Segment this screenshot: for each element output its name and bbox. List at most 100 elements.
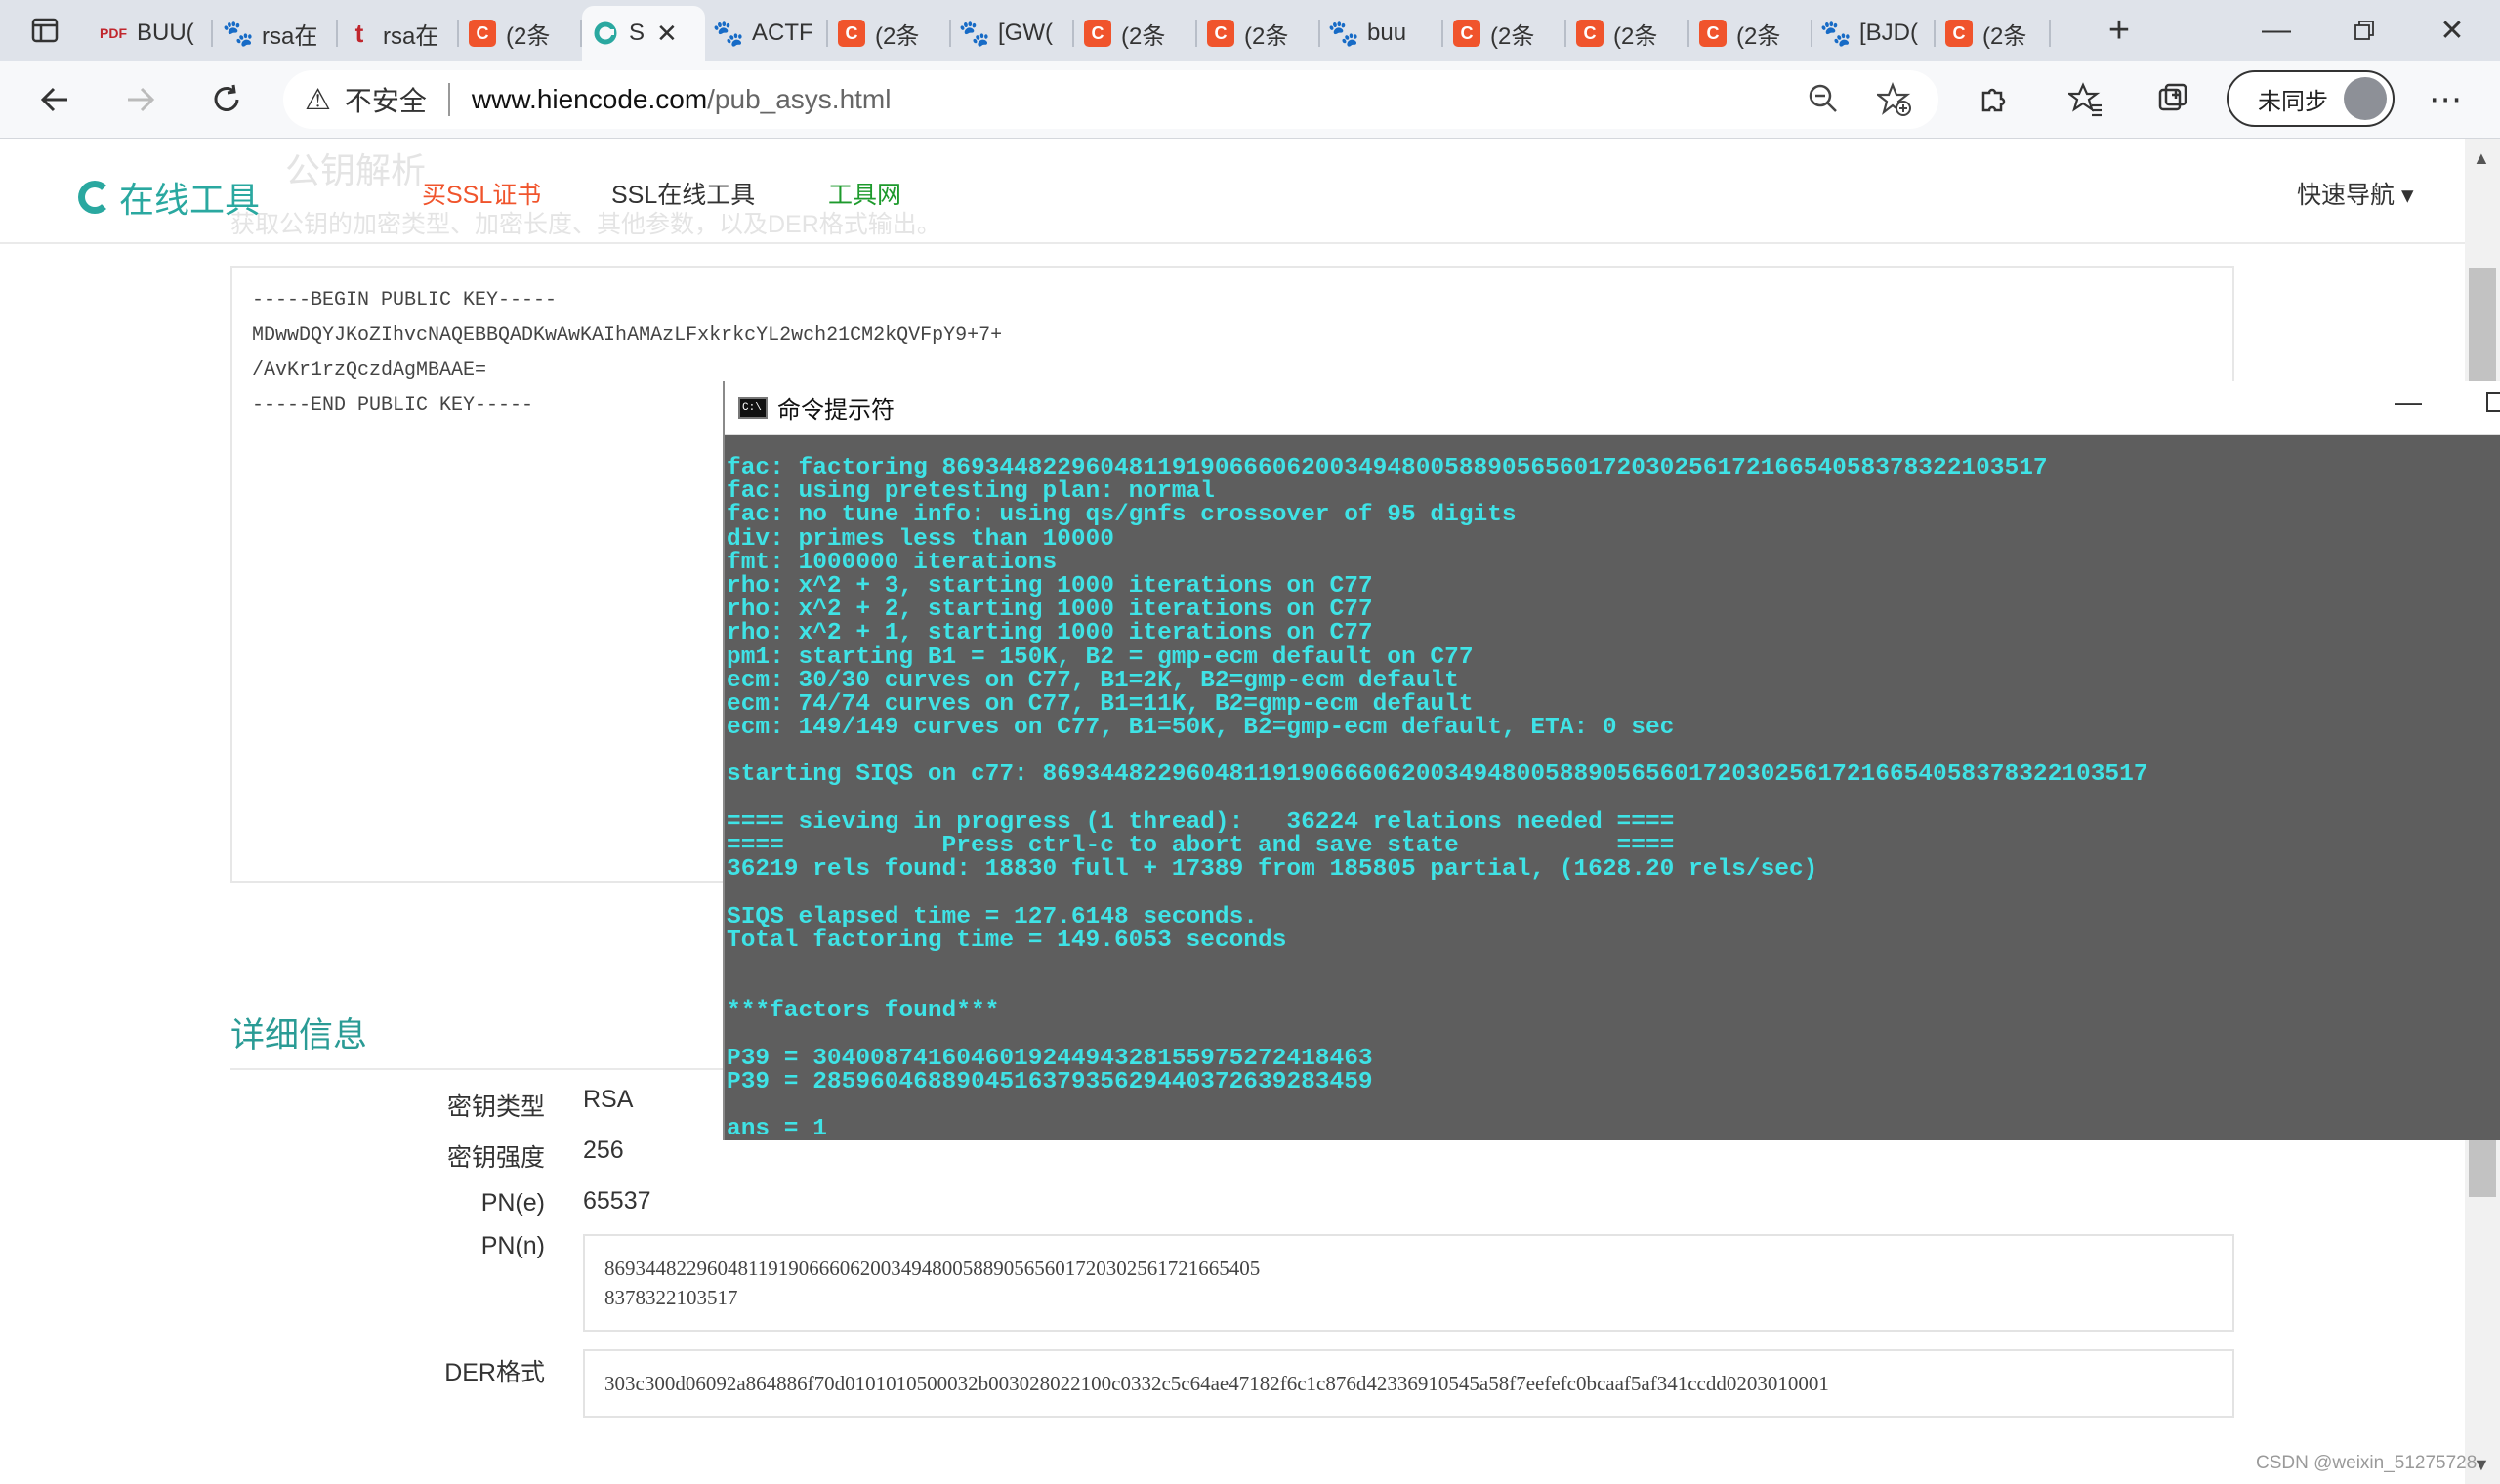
tab[interactable]: C (2条 xyxy=(1689,6,1812,61)
cmd-line: fac: no tune info: using qs/gnfs crossov… xyxy=(727,502,1517,529)
key-line: -----BEGIN PUBLIC KEY----- xyxy=(252,289,558,311)
tab[interactable]: C (2条 xyxy=(1566,6,1689,61)
cmd-minimize-button[interactable]: — xyxy=(2395,387,2422,418)
cmd-line: rho: x^2 + 1, starting 1000 iterations o… xyxy=(727,620,1373,647)
tab[interactable]: PDF BUU( xyxy=(90,6,213,61)
warning-icon[interactable]: ⚠ xyxy=(305,83,331,117)
csdn-icon: C xyxy=(1699,20,1727,47)
tab[interactable]: C (2条 xyxy=(828,6,951,61)
paw-icon: 🐾 xyxy=(1819,18,1853,48)
quick-nav-dropdown[interactable]: 快速导航 ▾ xyxy=(2297,176,2414,211)
tab-label: ACTF xyxy=(752,20,813,46)
pn-n-line: 8693448229604811919066606200349480058890… xyxy=(604,1257,1261,1280)
nav-buy-ssl[interactable]: 买SSL证书 xyxy=(422,176,541,211)
cmd-line: 36219 rels found: 18830 full + 17389 fro… xyxy=(727,856,1818,884)
cmd-line: P39 = 2859604688904516379356294403726392… xyxy=(727,1068,1373,1095)
command-prompt-window[interactable]: C:\ 命令提示符 — fac: factoring 8693448229604… xyxy=(723,381,2500,1141)
cmd-line: ecm: 30/30 curves on C77, B1=2K, B2=gmp-… xyxy=(727,667,1459,694)
url-host[interactable]: www.hiencode.com xyxy=(472,84,707,115)
key-line: MDwwDQYJKoZIhvcNAQEBBQADKwAwKAIhAMAzLFxk… xyxy=(252,324,1003,347)
paw-icon: 🐾 xyxy=(222,18,255,48)
back-button[interactable] xyxy=(27,72,82,127)
cmd-line: fac: factoring 8693448229604811919066606… xyxy=(727,455,2048,481)
site-logo-text: 在线工具 xyxy=(119,180,261,220)
pn-n-box[interactable]: 8693448229604811919066606200349480058890… xyxy=(583,1234,2234,1332)
security-status[interactable]: 不安全 xyxy=(345,80,427,119)
csdn-icon: C xyxy=(1576,20,1604,47)
tab[interactable]: C (2条 xyxy=(1443,6,1566,61)
csdn-icon: C xyxy=(469,20,496,47)
more-menu-icon[interactable]: ⋯ xyxy=(2418,72,2473,127)
cmd-line: ==== Press ctrl-c to abort and save stat… xyxy=(727,833,1675,859)
cmd-line: pm1: starting B1 = 150K, B2 = gmp-ecm de… xyxy=(727,643,1474,671)
minimize-button[interactable]: — xyxy=(2232,0,2320,61)
csdn-icon: C xyxy=(1945,20,1973,47)
collections-icon[interactable] xyxy=(2146,72,2201,127)
tab[interactable]: S ✕ xyxy=(582,6,705,61)
tab-label: (2条 xyxy=(1982,22,2027,50)
tab[interactable]: C (2条 xyxy=(1197,6,1320,61)
close-tab-icon[interactable]: ✕ xyxy=(656,19,678,49)
tab-label: buu xyxy=(1367,20,1407,46)
zoom-out-icon[interactable] xyxy=(1807,82,1840,122)
cmd-line: ==== sieving in progress (1 thread): 362… xyxy=(727,808,1675,836)
tab[interactable]: 🐾 ACTF xyxy=(705,6,828,61)
cmd-output: fac: factoring 8693448229604811919066606… xyxy=(727,455,2494,1141)
cmd-maximize-button[interactable] xyxy=(2486,392,2500,412)
add-favorite-icon[interactable] xyxy=(1874,82,1912,124)
cmd-line: div: primes less than 10000 xyxy=(727,525,1114,553)
cmd-line: SIQS elapsed time = 127.6148 seconds. xyxy=(727,903,1258,930)
url-path[interactable]: /pub_asys.html xyxy=(707,84,891,115)
csdn-icon: C xyxy=(1453,20,1480,47)
tab[interactable]: C (2条 xyxy=(1936,6,2051,61)
site-logo[interactable]: 在线工具 xyxy=(78,172,260,223)
browser-toolbar: ⚠ 不安全 www.hiencode.com /pub_asys.html 未同… xyxy=(0,61,2500,139)
refresh-button[interactable] xyxy=(199,72,254,127)
tab[interactable]: C (2条 xyxy=(1074,6,1197,61)
new-tab-button[interactable]: + xyxy=(2092,3,2146,58)
t-logo-icon: t xyxy=(354,18,364,48)
avatar xyxy=(2344,77,2387,120)
details-title: 详细信息 xyxy=(230,1016,368,1054)
cmd-line: P39 = 3040087416046019244943281559752724… xyxy=(727,1045,1373,1072)
cmd-line: ecm: 74/74 curves on C77, B1=11K, B2=gmp… xyxy=(727,690,1474,718)
key-type-value: RSA xyxy=(583,1086,634,1113)
cmd-line: ecm: 149/149 curves on C77, B1=50K, B2=g… xyxy=(727,715,1675,742)
tab-label: BUU( xyxy=(137,20,194,46)
tab[interactable]: C (2条 xyxy=(459,6,582,61)
cmd-line: starting SIQS on c77: 869344822960481191… xyxy=(727,762,2148,789)
tab-label: rsa在 xyxy=(262,22,318,50)
restore-button[interactable] xyxy=(2320,0,2408,61)
cmd-title-bar[interactable]: C:\ 命令提示符 — xyxy=(725,381,2500,435)
paw-icon: 🐾 xyxy=(958,18,991,48)
tab[interactable]: 🐾 [GW( xyxy=(951,6,1074,61)
tab-label: (2条 xyxy=(1736,22,1781,50)
forward-button[interactable] xyxy=(113,72,168,127)
scroll-up-icon[interactable]: ▲ xyxy=(2473,148,2490,169)
pn-e-value: 65537 xyxy=(583,1187,651,1215)
tab-separator xyxy=(2049,20,2051,47)
close-window-button[interactable]: ✕ xyxy=(2408,0,2496,61)
tab[interactable]: t rsa在 xyxy=(336,6,459,61)
extensions-icon[interactable] xyxy=(1965,72,2020,127)
address-bar[interactable]: ⚠ 不安全 www.hiencode.com /pub_asys.html xyxy=(283,70,1938,129)
cmd-line xyxy=(727,882,2494,905)
profile-sync-button[interactable]: 未同步 xyxy=(2227,70,2395,127)
der-box[interactable]: 303c300d06092a864886f70d0101010500032b00… xyxy=(583,1349,2234,1418)
tab-actions-icon[interactable] xyxy=(18,3,72,58)
tab[interactable]: 🐾 buu xyxy=(1320,6,1443,61)
cmd-line: Total factoring time = 149.6053 seconds xyxy=(727,927,1287,954)
cmd-line: fmt: 1000000 iterations xyxy=(727,549,1058,576)
cmd-line: fac: using pretesting plan: normal xyxy=(727,478,1215,506)
favorites-icon[interactable] xyxy=(2059,72,2113,127)
nav-tool-site[interactable]: 工具网 xyxy=(828,176,901,211)
nav-ssl-tools[interactable]: SSL在线工具 xyxy=(611,176,755,211)
tab-label: (2条 xyxy=(1490,22,1535,50)
pn-n-label: PN(n) xyxy=(480,1232,545,1259)
paw-icon: 🐾 xyxy=(712,18,745,48)
paw-icon: 🐾 xyxy=(1327,18,1360,48)
tab[interactable]: 🐾 rsa在 xyxy=(215,6,338,61)
csdn-icon: C xyxy=(838,20,865,47)
logo-mark-icon xyxy=(78,181,111,214)
tab[interactable]: 🐾 [BJD( xyxy=(1812,6,1936,61)
